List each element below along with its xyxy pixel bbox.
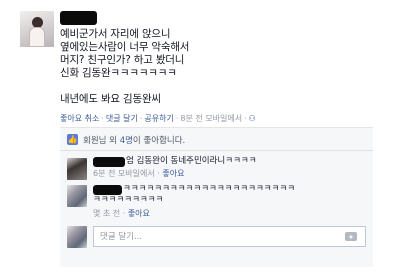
separator-dot: · bbox=[139, 114, 143, 123]
post-line: 내년에도 봐요 김동완씨 bbox=[60, 93, 161, 105]
commenter-avatar[interactable] bbox=[67, 158, 87, 180]
comment-text: 엄 김동완이 동네주민이라니ㅋㅋㅋㅋ bbox=[126, 156, 257, 166]
redacted-commenter-name bbox=[93, 185, 122, 195]
redacted-commenter-name bbox=[93, 157, 125, 167]
likes-count-link[interactable]: 4명 bbox=[120, 136, 133, 146]
comment-like-link[interactable]: 좋아요 bbox=[128, 209, 150, 218]
comment-input[interactable] bbox=[94, 227, 365, 246]
comment-meta: 몇 초 전 · 좋아요 bbox=[93, 208, 150, 219]
post-action-bar: 좋아요 취소 · 댓글 달기 · 공유하기 · 8분 전 모바일에서 · ⚇ bbox=[60, 113, 256, 124]
comment-timestamp[interactable]: 6분 전 모바일에서 bbox=[93, 169, 155, 178]
comment-item: ㅋㅋㅋㅋㅋㅋㅋㅋㅋㅋㅋㅋㅋㅋㅋㅋㅋㅋㅋㅋㅋㅋ ㅋㅋㅋㅋㅋㅋㅋㅋㅋ 몇 초 전 ·… bbox=[60, 184, 373, 220]
thumbs-up-icon: 👍 bbox=[67, 134, 78, 145]
post-line-break bbox=[60, 80, 189, 93]
comment-timestamp[interactable]: 몇 초 전 bbox=[93, 209, 120, 218]
separator-dot: · bbox=[122, 209, 126, 218]
separator-dot: · bbox=[175, 114, 179, 123]
likes-prefix: 회원님 외 bbox=[83, 136, 120, 146]
current-user-avatar bbox=[67, 226, 87, 248]
avatar-figure-body bbox=[29, 27, 45, 47]
comments-section: 👍 회원님 외 4명이 좋아합니다. 엄 김동완이 동네주민이라니ㅋㅋㅋㅋ 6분… bbox=[60, 127, 373, 267]
commenter-avatar[interactable] bbox=[67, 185, 87, 207]
post-line: 옆에있는사람이 너무 악숙해서 bbox=[60, 41, 190, 53]
audience-icon[interactable]: ⚇ bbox=[249, 114, 256, 123]
redacted-author-name bbox=[60, 11, 97, 25]
comment-like-link[interactable]: 좋아요 bbox=[162, 169, 184, 178]
likes-summary: 👍 회원님 외 4명이 좋아합니다. bbox=[60, 128, 373, 151]
post-line: 신화 김동완ㅋㅋㅋㅋㅋㅋㅋ bbox=[60, 67, 177, 79]
separator-dot: · bbox=[244, 114, 247, 123]
separator-dot: · bbox=[101, 114, 104, 123]
post-line: 머지? 친구인가? 하고 봤더니 bbox=[60, 54, 185, 66]
comment-text-line1: ㅋㅋㅋㅋㅋㅋㅋㅋㅋㅋㅋㅋㅋㅋㅋㅋㅋㅋㅋㅋㅋㅋ bbox=[123, 184, 296, 194]
post-timestamp[interactable]: 8분 전 모바일에서 bbox=[180, 114, 242, 123]
post-message: 예비군가서 자리에 앉으니 옆에있는사람이 너무 악숙해서 머지? 친구인가? … bbox=[60, 28, 189, 106]
separator-dot: · bbox=[157, 169, 160, 178]
comment-input-box[interactable] bbox=[93, 226, 366, 247]
comment-link[interactable]: 댓글 달기 bbox=[106, 114, 138, 123]
share-link[interactable]: 공유하기 bbox=[144, 114, 173, 123]
comment-meta: 6분 전 모바일에서 · 좋아요 bbox=[93, 168, 184, 179]
likes-suffix: 이 좋아합니다. bbox=[132, 136, 186, 146]
post-line: 예비군가서 자리에 앉으니 bbox=[60, 28, 171, 40]
post-author-avatar[interactable] bbox=[20, 11, 54, 47]
comment-item: 엄 김동완이 동네주민이라니ㅋㅋㅋㅋ 6분 전 모바일에서 · 좋아요 bbox=[60, 155, 373, 183]
comment-text-line2: ㅋㅋㅋㅋㅋㅋㅋㅋㅋ bbox=[93, 195, 164, 205]
camera-icon[interactable] bbox=[345, 232, 357, 241]
unlike-link[interactable]: 좋아요 취소 bbox=[60, 114, 99, 123]
likes-text: 회원님 외 4명이 좋아합니다. bbox=[83, 134, 185, 146]
